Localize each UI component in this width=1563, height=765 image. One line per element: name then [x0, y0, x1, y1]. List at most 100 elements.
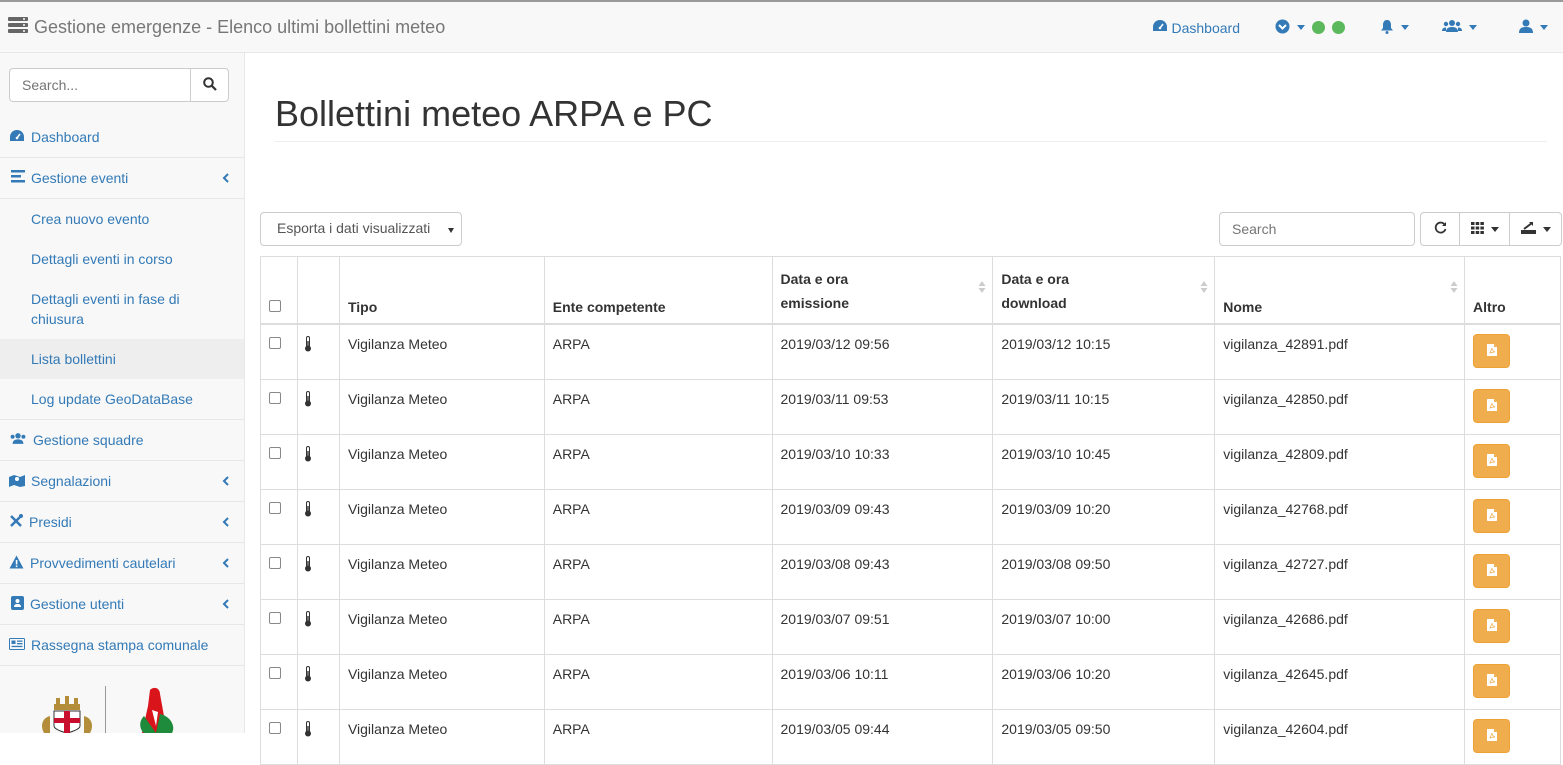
row-checkbox[interactable] — [269, 502, 281, 514]
sidebar-search-input[interactable] — [9, 68, 190, 102]
header-tipo[interactable]: Tipo — [339, 257, 544, 324]
header-emissione[interactable]: Data e ora emissione — [772, 257, 993, 324]
thermometer-icon — [304, 446, 312, 465]
sidebar-subitem-crea-evento[interactable]: Crea nuovo evento — [0, 199, 244, 239]
row-checkbox[interactable] — [269, 667, 281, 679]
export-select[interactable]: Esporta i dati visualizzati — [260, 212, 462, 246]
cell-altro — [1465, 324, 1561, 380]
select-all-checkbox[interactable] — [269, 300, 281, 312]
thermometer-icon — [304, 666, 312, 685]
thermometer-icon — [304, 611, 312, 630]
table-row[interactable]: Vigilanza Meteo ARPA 2019/03/11 09:53 20… — [261, 379, 1561, 434]
server-icon — [8, 17, 28, 38]
nav-dashboard-link[interactable]: Dashboard — [1152, 19, 1241, 36]
row-icon-cell — [297, 654, 339, 709]
table-row[interactable]: Vigilanza Meteo ARPA 2019/03/12 09:56 20… — [261, 324, 1561, 380]
refresh-button[interactable] — [1420, 212, 1460, 246]
row-select-cell — [261, 599, 298, 654]
table-row[interactable]: Vigilanza Meteo ARPA 2019/03/07 09:51 20… — [261, 599, 1561, 654]
users-icon — [9, 432, 27, 448]
cell-nome: vigilanza_42686.pdf — [1215, 599, 1465, 654]
sidebar-item-gestione-utenti[interactable]: Gestione utenti — [0, 584, 244, 625]
caret-icon — [1401, 25, 1409, 30]
protezione-civile-logo — [132, 686, 180, 736]
row-checkbox[interactable] — [269, 612, 281, 624]
sidebar-search-button[interactable] — [190, 68, 229, 102]
pdf-download-button[interactable] — [1473, 719, 1510, 753]
status-dropdown[interactable] — [1275, 19, 1345, 37]
sidebar-item-rassegna-stampa[interactable]: Rassegna stampa comunale — [0, 625, 244, 666]
row-icon-cell — [297, 544, 339, 599]
sidebar-item-dashboard[interactable]: Dashboard — [0, 117, 244, 158]
pdf-download-button[interactable] — [1473, 554, 1510, 588]
cell-tipo: Vigilanza Meteo — [339, 599, 544, 654]
brand[interactable]: Gestione emergenze - Elenco ultimi bolle… — [8, 17, 445, 38]
sidebar-item-provvedimenti[interactable]: Provvedimenti cautelari — [0, 543, 244, 584]
cell-nome: vigilanza_42768.pdf — [1215, 489, 1465, 544]
sidebar-subitem-lista-bollettini[interactable]: Lista bollettini — [0, 339, 244, 379]
header-nome[interactable]: Nome — [1215, 257, 1465, 324]
sidebar-item-segnalazioni[interactable]: Segnalazioni — [0, 461, 244, 502]
row-checkbox[interactable] — [269, 392, 281, 404]
pdf-download-button[interactable] — [1473, 664, 1510, 698]
user-dropdown[interactable] — [1519, 19, 1548, 36]
row-checkbox[interactable] — [269, 722, 281, 734]
cell-ente: ARPA — [544, 599, 772, 654]
pdf-download-button[interactable] — [1473, 389, 1510, 423]
row-select-cell — [261, 709, 298, 764]
sidebar-item-gestione-squadre[interactable]: Gestione squadre — [0, 420, 244, 461]
bollettini-table: Tipo Ente competente Data e ora emission… — [260, 256, 1561, 765]
sidebar-subitem-eventi-in-corso[interactable]: Dettagli eventi in corso — [0, 239, 244, 279]
cell-download: 2019/03/09 10:20 — [993, 489, 1215, 544]
sort-icon — [1200, 280, 1208, 297]
table-row[interactable]: Vigilanza Meteo ARPA 2019/03/06 10:11 20… — [261, 654, 1561, 709]
cell-download: 2019/03/06 10:20 — [993, 654, 1215, 709]
file-pdf-icon — [1487, 673, 1497, 689]
header-download[interactable]: Data e ora download — [993, 257, 1215, 324]
sidebar-subitem-eventi-chiusura[interactable]: Dettagli eventi in fase di chiusura — [0, 279, 244, 339]
header-icon-column — [297, 257, 339, 324]
notifications-dropdown[interactable] — [1380, 19, 1409, 37]
table-header-row: Tipo Ente competente Data e ora emission… — [261, 257, 1561, 324]
cell-download: 2019/03/07 10:00 — [993, 599, 1215, 654]
export-button[interactable] — [1510, 212, 1562, 246]
cell-tipo: Vigilanza Meteo — [339, 434, 544, 489]
row-select-cell — [261, 544, 298, 599]
row-checkbox[interactable] — [269, 557, 281, 569]
cell-ente: ARPA — [544, 709, 772, 764]
cell-nome: vigilanza_42809.pdf — [1215, 434, 1465, 489]
pdf-download-button[interactable] — [1473, 444, 1510, 478]
dashboard-icon — [9, 129, 25, 146]
table-row[interactable]: Vigilanza Meteo ARPA 2019/03/05 09:44 20… — [261, 709, 1561, 764]
table-row[interactable]: Vigilanza Meteo ARPA 2019/03/09 09:43 20… — [261, 489, 1561, 544]
row-select-cell — [261, 489, 298, 544]
sidebar-item-presidi[interactable]: Presidi — [0, 502, 244, 543]
cell-ente: ARPA — [544, 379, 772, 434]
chevron-left-icon — [222, 555, 230, 571]
sidebar-subitem-log-update[interactable]: Log update GeoDataBase — [0, 379, 244, 419]
table-row[interactable]: Vigilanza Meteo ARPA 2019/03/08 09:43 20… — [261, 544, 1561, 599]
caret-icon — [1491, 227, 1499, 232]
cell-tipo: Vigilanza Meteo — [339, 654, 544, 709]
columns-button[interactable] — [1460, 212, 1510, 246]
header-ente[interactable]: Ente competente — [544, 257, 772, 324]
pdf-download-button[interactable] — [1473, 499, 1510, 533]
sidebar-item-gestione-eventi[interactable]: Gestione eventi — [0, 158, 244, 199]
grid-icon — [1471, 221, 1484, 237]
row-select-cell — [261, 379, 298, 434]
table-search-input[interactable] — [1219, 212, 1415, 246]
pdf-download-button[interactable] — [1473, 609, 1510, 643]
chevron-circle-down-icon — [1275, 19, 1290, 37]
sidebar: Dashboard Gestione eventi Crea nuovo eve… — [0, 53, 245, 733]
row-icon-cell — [297, 599, 339, 654]
row-icon-cell — [297, 489, 339, 544]
newspaper-icon — [9, 637, 25, 653]
top-navbar: Gestione emergenze - Elenco ultimi bolle… — [0, 0, 1563, 53]
row-checkbox[interactable] — [269, 337, 281, 349]
table-row[interactable]: Vigilanza Meteo ARPA 2019/03/10 10:33 20… — [261, 434, 1561, 489]
users-dropdown[interactable] — [1442, 19, 1477, 36]
row-checkbox[interactable] — [269, 447, 281, 459]
pdf-download-button[interactable] — [1473, 334, 1510, 368]
cell-emissione: 2019/03/11 09:53 — [772, 379, 993, 434]
sidebar-submenu-eventi: Crea nuovo evento Dettagli eventi in cor… — [0, 199, 244, 420]
